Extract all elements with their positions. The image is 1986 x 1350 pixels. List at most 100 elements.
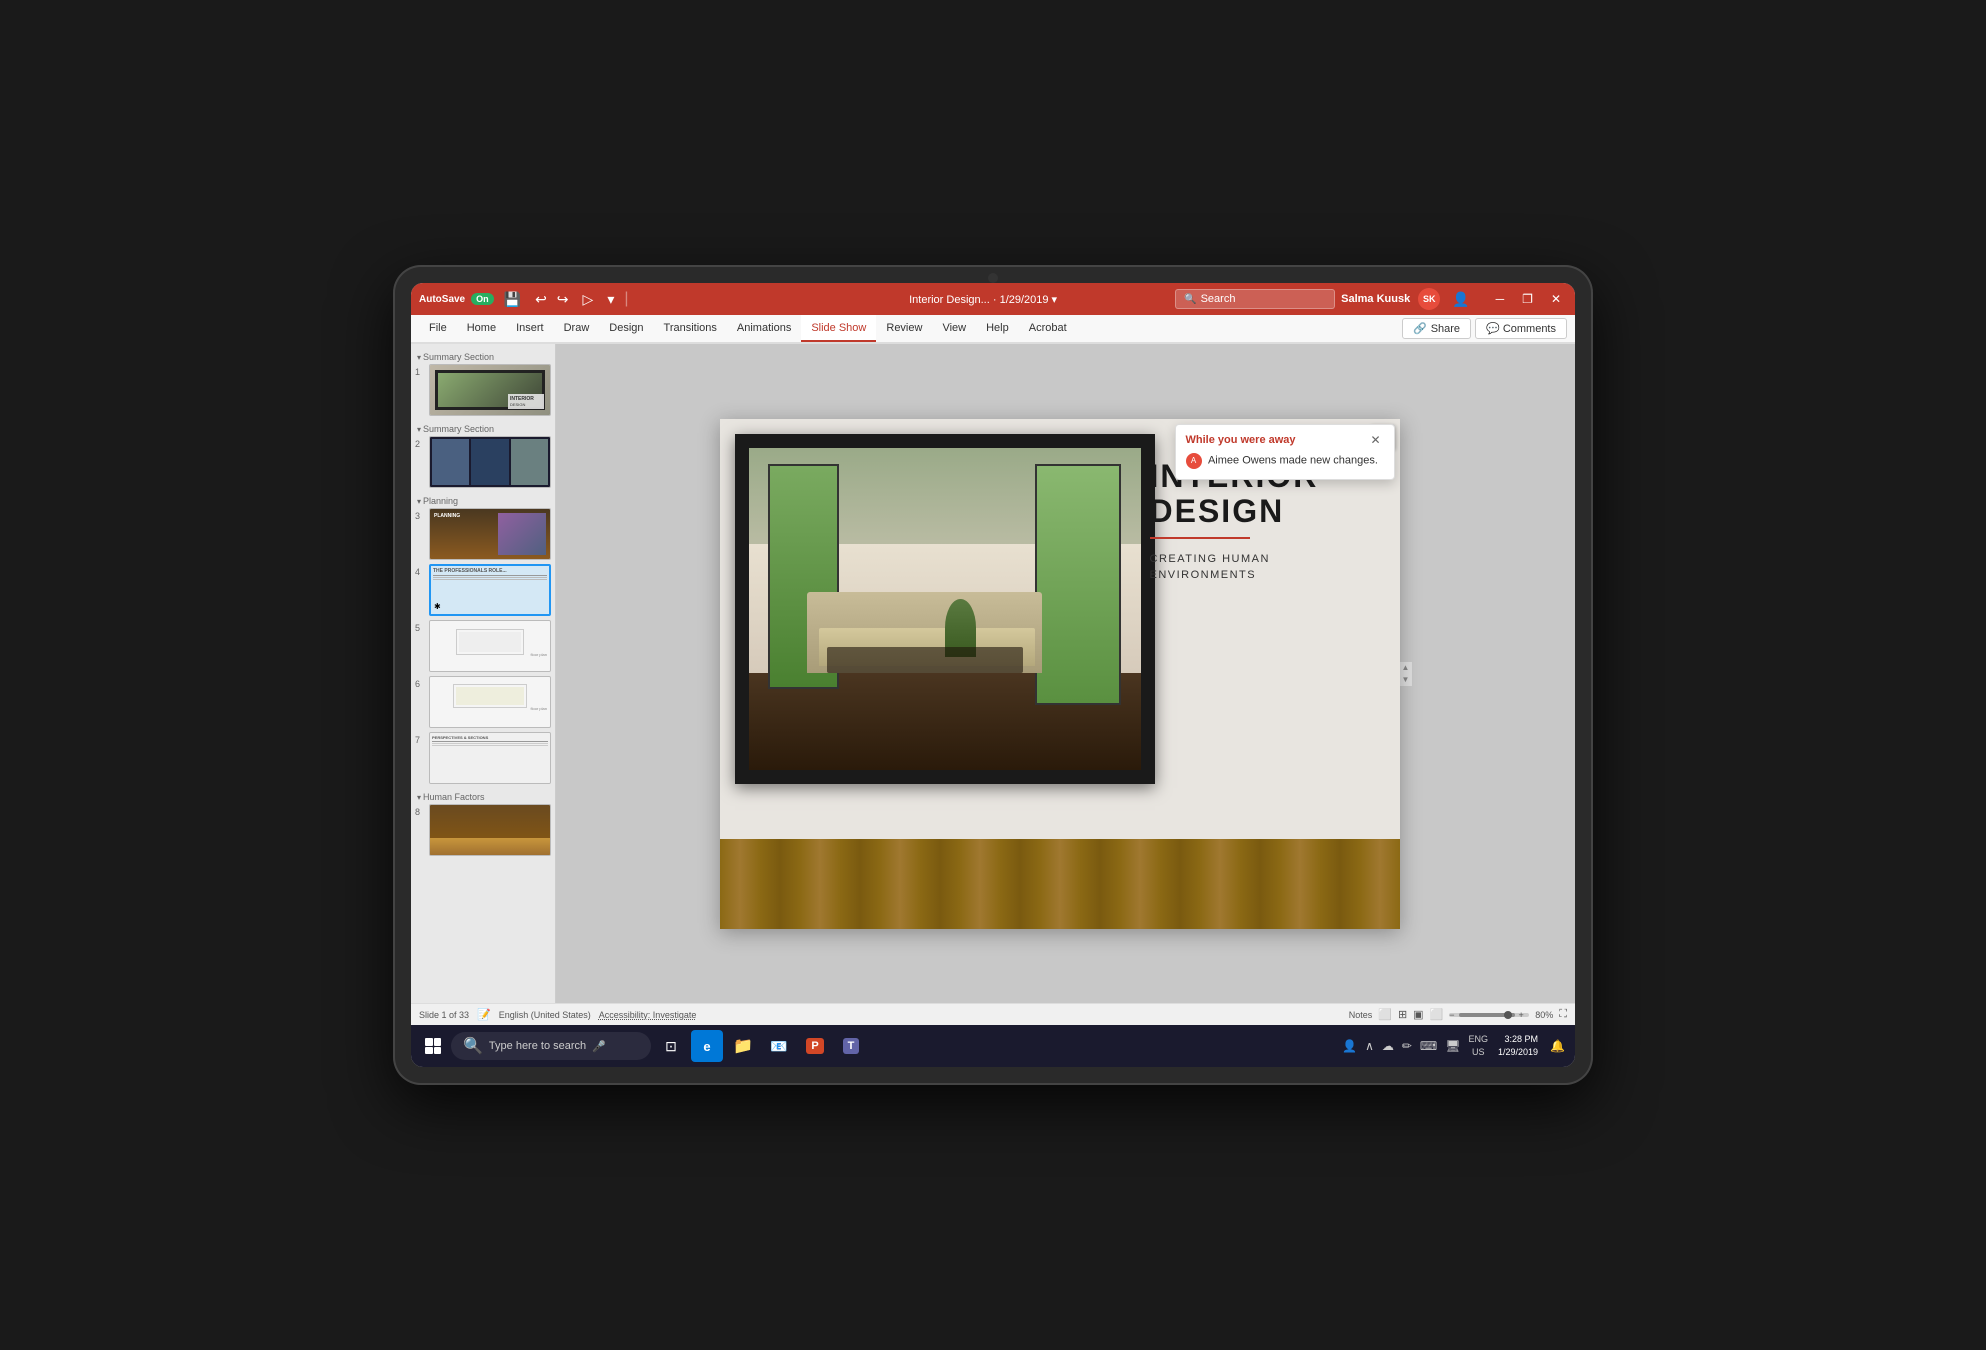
minimize-button[interactable]: ─ xyxy=(1490,290,1511,308)
slide-thumb-5[interactable]: 5 floor plan xyxy=(415,620,551,672)
win-logo-q2 xyxy=(434,1038,442,1046)
tab-review[interactable]: Review xyxy=(876,315,932,342)
start-button[interactable] xyxy=(419,1032,447,1060)
notification-close-button[interactable]: ✕ xyxy=(1367,433,1383,447)
customize-icon[interactable]: ▾ xyxy=(603,289,618,310)
slide-img-4[interactable]: THE PROFESSIONALS ROLE... ✱ xyxy=(429,564,551,616)
task-view-button[interactable]: ⊡ xyxy=(655,1030,687,1062)
language-indicator[interactable]: ENG US xyxy=(1468,1033,1488,1058)
taskbar: 🔍 Type here to search 🎤 ⊡ e 📁 📧 P T xyxy=(411,1025,1575,1067)
accessibility-label[interactable]: Accessibility: Investigate xyxy=(599,1010,697,1020)
slide-thumb-1[interactable]: 1 INTERIOR DESIGN xyxy=(415,364,551,416)
tray-network-icon[interactable]: ☁ xyxy=(1380,1037,1396,1055)
slide-img-2[interactable] xyxy=(429,436,551,488)
taskbar-mic-icon[interactable]: 🎤 xyxy=(592,1040,606,1053)
notification-body: A Aimee Owens made new changes. xyxy=(1176,451,1394,479)
slide-num-3: 3 xyxy=(415,508,425,521)
slide-img-6[interactable]: floor plan xyxy=(429,676,551,728)
view-present-icon[interactable]: ⬜ xyxy=(1430,1008,1444,1021)
tab-slideshow[interactable]: Slide Show xyxy=(801,315,876,342)
taskbar-search[interactable]: 🔍 Type here to search 🎤 xyxy=(451,1032,651,1060)
search-box[interactable]: 🔍 Search xyxy=(1175,289,1335,309)
save-icon[interactable]: 💾 xyxy=(500,289,525,310)
slide-divider xyxy=(1150,537,1250,539)
comments-button[interactable]: 💬 Comments xyxy=(1475,318,1567,339)
tab-home[interactable]: Home xyxy=(457,315,506,342)
slide-img-1[interactable]: INTERIOR DESIGN xyxy=(429,364,551,416)
outlook-button[interactable]: 📧 xyxy=(763,1030,795,1062)
slide-thumb-3[interactable]: 3 PLANNING xyxy=(415,508,551,560)
slide-thumb-2[interactable]: 2 xyxy=(415,436,551,488)
system-clock[interactable]: 3:28 PM 1/29/2019 xyxy=(1494,1033,1542,1058)
undo-icon[interactable]: ↩ xyxy=(531,289,551,310)
slide-img-7[interactable]: PERSPECTIVES & SECTIONS xyxy=(429,732,551,784)
slide-num-6: 6 xyxy=(415,676,425,689)
tab-file[interactable]: File xyxy=(419,315,457,342)
tray-keyboard-icon[interactable]: ⌨ xyxy=(1418,1037,1439,1055)
win-logo-q3 xyxy=(425,1047,433,1055)
section-collapse-arrow-3[interactable]: ▾ xyxy=(417,497,421,506)
slide-img-8[interactable] xyxy=(429,804,551,856)
fit-slide-button[interactable]: ⛶ xyxy=(1559,1008,1567,1021)
section-name-4: Human Factors xyxy=(423,792,485,802)
tab-draw[interactable]: Draw xyxy=(554,315,600,342)
slide-img-5[interactable]: floor plan xyxy=(429,620,551,672)
tab-transitions[interactable]: Transitions xyxy=(654,315,727,342)
section-collapse-arrow-2[interactable]: ▾ xyxy=(417,425,421,434)
tray-person-icon[interactable]: 👤 xyxy=(1340,1037,1359,1055)
tray-pen-icon[interactable]: ✏ xyxy=(1400,1037,1414,1055)
tab-acrobat[interactable]: Acrobat xyxy=(1019,315,1077,342)
file-explorer-button[interactable]: 📁 xyxy=(727,1030,759,1062)
tab-design[interactable]: Design xyxy=(599,315,653,342)
powerpoint-button[interactable]: P xyxy=(799,1030,831,1062)
user-name[interactable]: Salma Kuusk xyxy=(1341,293,1410,305)
user-avatar[interactable]: SK xyxy=(1418,288,1440,310)
tab-insert[interactable]: Insert xyxy=(506,315,554,342)
slide-thumb-8[interactable]: 8 xyxy=(415,804,551,856)
file-title[interactable]: Interior Design... · 1/29/2019 ▾ xyxy=(797,293,1169,306)
redo-icon[interactable]: ↪ xyxy=(553,289,573,310)
close-button[interactable]: ✕ xyxy=(1545,290,1567,308)
notification-center-icon[interactable]: 🔔 xyxy=(1548,1037,1567,1055)
slide-thumb-4[interactable]: 4 THE PROFESSIONALS ROLE... ✱ xyxy=(415,564,551,616)
zoom-out-button[interactable]: − xyxy=(1449,1010,1454,1020)
undo-redo-group: ↩ ↪ xyxy=(531,289,572,310)
restore-button[interactable]: ❐ xyxy=(1516,290,1539,308)
view-reading-icon[interactable]: ▣ xyxy=(1413,1008,1423,1021)
tray-chevron-icon[interactable]: ∧ xyxy=(1363,1037,1376,1055)
slide-thumb-7[interactable]: 7 PERSPECTIVES & SECTIONS xyxy=(415,732,551,784)
slide-info: Slide 1 of 33 xyxy=(419,1010,469,1020)
zoom-thumb[interactable] xyxy=(1504,1011,1512,1019)
tab-view[interactable]: View xyxy=(932,315,976,342)
notes-icon[interactable]: 📝 xyxy=(477,1008,491,1021)
slide-img-3[interactable]: PLANNING xyxy=(429,508,551,560)
tab-help[interactable]: Help xyxy=(976,315,1019,342)
tray-display-icon[interactable]: 🖥 xyxy=(1443,1037,1462,1055)
slide-thumb-6[interactable]: 6 floor plan xyxy=(415,676,551,728)
tab-animations[interactable]: Animations xyxy=(727,315,801,342)
present-icon[interactable]: ▷ xyxy=(579,289,598,310)
zoom-slider[interactable]: − + xyxy=(1449,1013,1529,1017)
notes-label[interactable]: Notes xyxy=(1349,1010,1373,1020)
section-collapse-arrow[interactable]: ▾ xyxy=(417,353,421,362)
slide-panel[interactable]: ▾ Summary Section 1 INTERIOR DESIGN xyxy=(411,344,556,1003)
right-scrollbar[interactable]: ▲ ▼ xyxy=(1400,662,1412,686)
share-button[interactable]: 🔗 Share xyxy=(1402,318,1471,339)
section-collapse-arrow-4[interactable]: ▾ xyxy=(417,793,421,802)
slide-canvas: INTERIOR DESIGN CREATING HUMANENVIRONMEN… xyxy=(720,419,1400,929)
scroll-up-button[interactable]: ▲ xyxy=(1400,662,1412,674)
notification-popup: While you were away ✕ A Aimee Owens made… xyxy=(1175,424,1395,480)
search-icon: 🔍 xyxy=(1184,294,1196,305)
edge-button[interactable]: e xyxy=(691,1030,723,1062)
teams-button[interactable]: T xyxy=(835,1030,867,1062)
zoom-in-button[interactable]: + xyxy=(1519,1010,1524,1020)
view-normal-icon[interactable]: ⬜ xyxy=(1378,1008,1392,1021)
share-profile-icon[interactable]: 👤 xyxy=(1448,289,1473,310)
view-grid-icon[interactable]: ⊞ xyxy=(1398,1008,1407,1021)
autosave-toggle[interactable]: On xyxy=(471,293,494,305)
scroll-down-button[interactable]: ▼ xyxy=(1400,674,1412,686)
tablet-frame: AutoSave On 💾 ↩ ↪ ▷ ▾ | Interior Design.… xyxy=(393,265,1593,1085)
comment-icon: 💬 xyxy=(1486,323,1500,335)
canvas-area[interactable]: INTERIOR DESIGN CREATING HUMANENVIRONMEN… xyxy=(556,344,1575,1003)
ribbon-tabs: File Home Insert Draw Design Transitions… xyxy=(411,315,1575,343)
